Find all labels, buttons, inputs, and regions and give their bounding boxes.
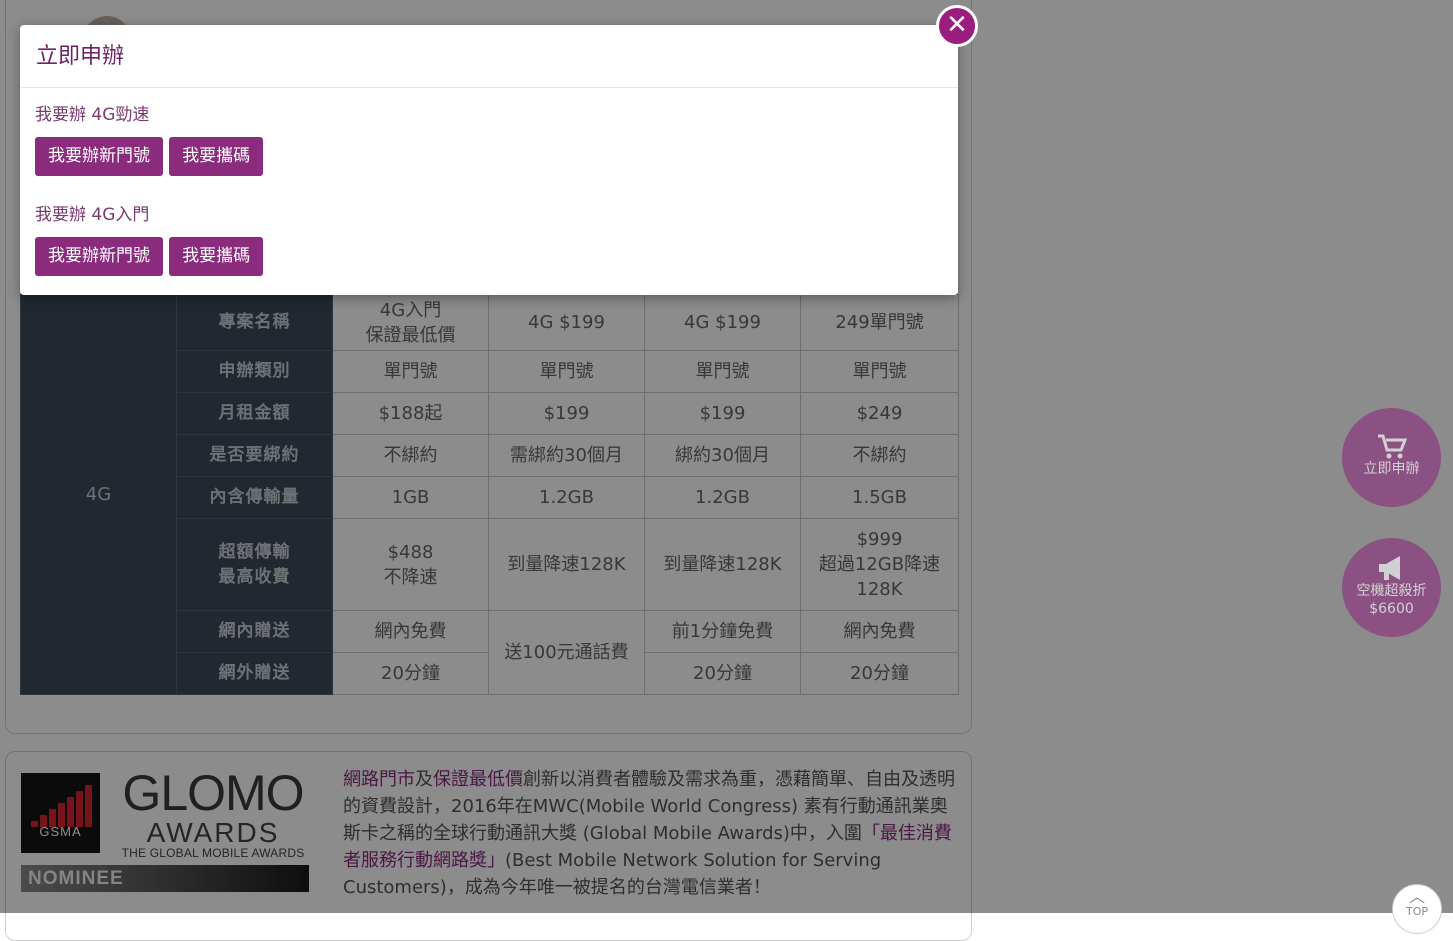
apply-modal: 立即申辦 我要辦 4G勁速 我要辦新門號 我要攜碼 我要辦 4G入門 我要辦新門… [20,25,958,295]
button-row: 我要辦新門號 我要攜碼 [35,137,943,176]
modal-body: 我要辦 4G勁速 我要辦新門號 我要攜碼 我要辦 4G入門 我要辦新門號 我要攜… [20,104,958,276]
new-number-button[interactable]: 我要辦新門號 [35,137,163,176]
page: 4G 專案名稱 4G入門 保證最低價 4G $199 4G $199 249單門號… [0,0,1453,941]
port-number-button[interactable]: 我要攜碼 [169,237,264,276]
top-label: TOP [1405,905,1428,918]
button-row: 我要辦新門號 我要攜碼 [35,237,943,276]
promo-label-line1: 空機超殺折 [1356,583,1427,599]
apply-now-float-button[interactable]: 立即申辦 [1342,408,1441,507]
modal-title: 立即申辦 [20,25,958,88]
section-label-4g-fast: 我要辦 4G勁速 [35,105,150,125]
promo-float-button[interactable]: 空機超殺折 $6600 [1342,538,1441,637]
promo-label-line2: $6600 [1369,601,1414,617]
apply-now-label: 立即申辦 [1363,461,1420,477]
port-number-button[interactable]: 我要攜碼 [169,137,264,176]
chevron-up-icon: ︿ [1408,887,1425,906]
section-label-4g-entry: 我要辦 4G入門 [35,205,150,225]
new-number-button[interactable]: 我要辦新門號 [35,237,163,276]
cart-icon [1377,434,1407,459]
close-icon[interactable]: ✕ [936,5,978,47]
back-to-top-button[interactable]: ︿ TOP [1392,884,1442,934]
megaphone-icon [1378,556,1400,580]
